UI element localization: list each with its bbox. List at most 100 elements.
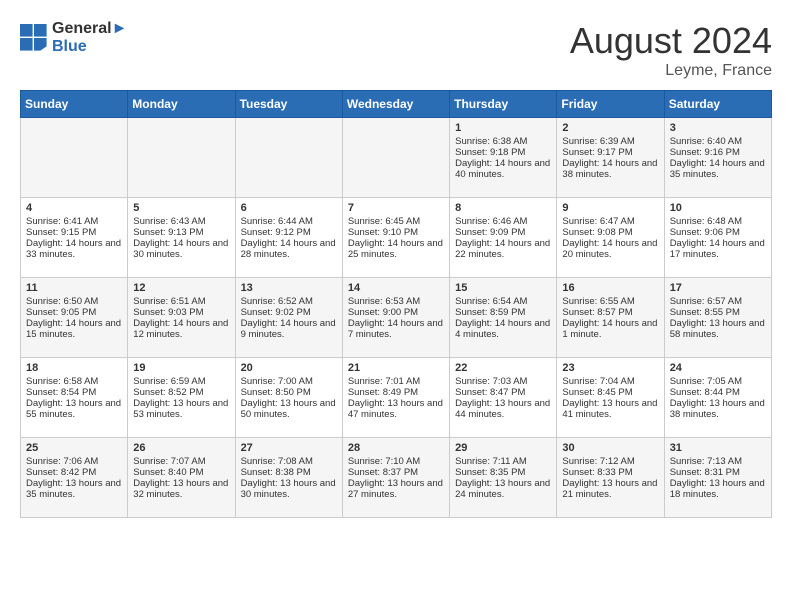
cell-content: Sunrise: 6:43 AM <box>133 216 229 227</box>
cell-content: Sunset: 9:02 PM <box>241 307 337 318</box>
day-number: 11 <box>26 282 122 294</box>
cell-content: Daylight: 13 hours and 18 minutes. <box>670 478 766 500</box>
cell-content: Daylight: 14 hours and 17 minutes. <box>670 238 766 260</box>
cell-content: Daylight: 14 hours and 22 minutes. <box>455 238 551 260</box>
cell-content: Sunset: 8:35 PM <box>455 467 551 478</box>
day-number: 16 <box>562 282 658 294</box>
cell-content: Daylight: 14 hours and 15 minutes. <box>26 318 122 340</box>
cell-content: Sunrise: 7:08 AM <box>241 456 337 467</box>
calendar-cell: 15Sunrise: 6:54 AMSunset: 8:59 PMDayligh… <box>450 278 557 358</box>
cell-content: Sunset: 8:33 PM <box>562 467 658 478</box>
calendar-cell: 20Sunrise: 7:00 AMSunset: 8:50 PMDayligh… <box>235 358 342 438</box>
day-number: 28 <box>348 442 444 454</box>
cell-content: Sunset: 8:42 PM <box>26 467 122 478</box>
cell-content: Daylight: 13 hours and 35 minutes. <box>26 478 122 500</box>
calendar-cell <box>128 118 235 198</box>
day-number: 3 <box>670 122 766 134</box>
calendar-table: SundayMondayTuesdayWednesdayThursdayFrid… <box>20 90 772 518</box>
cell-content: Sunrise: 7:13 AM <box>670 456 766 467</box>
cell-content: Sunset: 9:03 PM <box>133 307 229 318</box>
day-number: 17 <box>670 282 766 294</box>
cell-content: Daylight: 13 hours and 38 minutes. <box>670 398 766 420</box>
calendar-cell: 6Sunrise: 6:44 AMSunset: 9:12 PMDaylight… <box>235 198 342 278</box>
calendar-cell: 30Sunrise: 7:12 AMSunset: 8:33 PMDayligh… <box>557 438 664 518</box>
cell-content: Sunset: 8:31 PM <box>670 467 766 478</box>
cell-content: Sunrise: 6:53 AM <box>348 296 444 307</box>
logo: General► Blue <box>20 20 127 56</box>
cell-content: Daylight: 13 hours and 50 minutes. <box>241 398 337 420</box>
day-number: 18 <box>26 362 122 374</box>
cell-content: Daylight: 14 hours and 40 minutes. <box>455 158 551 180</box>
cell-content: Sunrise: 6:41 AM <box>26 216 122 227</box>
cell-content: Sunset: 8:54 PM <box>26 387 122 398</box>
page-header: General► Blue August 2024 Leyme, France <box>20 20 772 80</box>
cell-content: Sunrise: 6:58 AM <box>26 376 122 387</box>
cell-content: Sunrise: 6:44 AM <box>241 216 337 227</box>
title-block: August 2024 Leyme, France <box>570 20 772 80</box>
cell-content: Daylight: 13 hours and 55 minutes. <box>26 398 122 420</box>
day-number: 25 <box>26 442 122 454</box>
cell-content: Sunset: 9:09 PM <box>455 227 551 238</box>
calendar-cell: 7Sunrise: 6:45 AMSunset: 9:10 PMDaylight… <box>342 198 449 278</box>
header-saturday: Saturday <box>664 91 771 118</box>
cell-content: Sunset: 8:37 PM <box>348 467 444 478</box>
week-row-1: 1Sunrise: 6:38 AMSunset: 9:18 PMDaylight… <box>21 118 772 198</box>
cell-content: Sunset: 9:18 PM <box>455 147 551 158</box>
calendar-cell: 8Sunrise: 6:46 AMSunset: 9:09 PMDaylight… <box>450 198 557 278</box>
calendar-cell: 25Sunrise: 7:06 AMSunset: 8:42 PMDayligh… <box>21 438 128 518</box>
day-number: 27 <box>241 442 337 454</box>
week-row-2: 4Sunrise: 6:41 AMSunset: 9:15 PMDaylight… <box>21 198 772 278</box>
header-monday: Monday <box>128 91 235 118</box>
cell-content: Daylight: 13 hours and 21 minutes. <box>562 478 658 500</box>
cell-content: Sunset: 8:47 PM <box>455 387 551 398</box>
day-number: 1 <box>455 122 551 134</box>
calendar-cell: 24Sunrise: 7:05 AMSunset: 8:44 PMDayligh… <box>664 358 771 438</box>
calendar-cell: 11Sunrise: 6:50 AMSunset: 9:05 PMDayligh… <box>21 278 128 358</box>
cell-content: Daylight: 14 hours and 12 minutes. <box>133 318 229 340</box>
cell-content: Daylight: 14 hours and 30 minutes. <box>133 238 229 260</box>
cell-content: Sunrise: 6:39 AM <box>562 136 658 147</box>
cell-content: Sunrise: 6:45 AM <box>348 216 444 227</box>
day-number: 24 <box>670 362 766 374</box>
cell-content: Daylight: 13 hours and 30 minutes. <box>241 478 337 500</box>
cell-content: Daylight: 14 hours and 1 minute. <box>562 318 658 340</box>
cell-content: Daylight: 13 hours and 27 minutes. <box>348 478 444 500</box>
day-number: 21 <box>348 362 444 374</box>
calendar-cell: 26Sunrise: 7:07 AMSunset: 8:40 PMDayligh… <box>128 438 235 518</box>
cell-content: Sunrise: 6:55 AM <box>562 296 658 307</box>
day-number: 22 <box>455 362 551 374</box>
calendar-cell: 3Sunrise: 6:40 AMSunset: 9:16 PMDaylight… <box>664 118 771 198</box>
calendar-cell: 31 Sunrise: 7:13 AMSunset: 8:31 PMDayligh… <box>664 438 771 518</box>
calendar-cell: 4Sunrise: 6:41 AMSunset: 9:15 PMDaylight… <box>21 198 128 278</box>
location: Leyme, France <box>570 62 772 80</box>
calendar-cell: 29 Sunrise: 7:11 AMSunset: 8:35 PMDayligh… <box>450 438 557 518</box>
cell-content: Sunrise: 6:59 AM <box>133 376 229 387</box>
cell-content: Sunset: 8:52 PM <box>133 387 229 398</box>
cell-content: Daylight: 13 hours and 32 minutes. <box>133 478 229 500</box>
week-row-3: 11Sunrise: 6:50 AMSunset: 9:05 PMDayligh… <box>21 278 772 358</box>
calendar-cell: 12Sunrise: 6:51 AMSunset: 9:03 PMDayligh… <box>128 278 235 358</box>
header-thursday: Thursday <box>450 91 557 118</box>
calendar-cell <box>235 118 342 198</box>
calendar-cell: 1Sunrise: 6:38 AMSunset: 9:18 PMDaylight… <box>450 118 557 198</box>
cell-content: Sunrise: 7:11 AM <box>455 456 551 467</box>
calendar-cell: 27Sunrise: 7:08 AMSunset: 8:38 PMDayligh… <box>235 438 342 518</box>
calendar-cell: 22Sunrise: 7:03 AMSunset: 8:47 PMDayligh… <box>450 358 557 438</box>
cell-content: Daylight: 13 hours and 47 minutes. <box>348 398 444 420</box>
day-number: 13 <box>241 282 337 294</box>
calendar-cell: 21Sunrise: 7:01 AMSunset: 8:49 PMDayligh… <box>342 358 449 438</box>
cell-content: Sunset: 8:57 PM <box>562 307 658 318</box>
day-number: 31 <box>670 442 766 454</box>
calendar-cell: 5Sunrise: 6:43 AMSunset: 9:13 PMDaylight… <box>128 198 235 278</box>
cell-content: Sunrise: 7:00 AM <box>241 376 337 387</box>
header-friday: Friday <box>557 91 664 118</box>
cell-content: Daylight: 14 hours and 25 minutes. <box>348 238 444 260</box>
cell-content: Daylight: 14 hours and 9 minutes. <box>241 318 337 340</box>
calendar-cell: 2Sunrise: 6:39 AMSunset: 9:17 PMDaylight… <box>557 118 664 198</box>
cell-content: Daylight: 14 hours and 4 minutes. <box>455 318 551 340</box>
cell-content: Sunset: 9:06 PM <box>670 227 766 238</box>
day-number: 29 <box>455 442 551 454</box>
calendar-cell: 16 Sunrise: 6:55 AMSunset: 8:57 PMDayligh… <box>557 278 664 358</box>
cell-content: Daylight: 13 hours and 24 minutes. <box>455 478 551 500</box>
cell-content: Sunset: 8:50 PM <box>241 387 337 398</box>
